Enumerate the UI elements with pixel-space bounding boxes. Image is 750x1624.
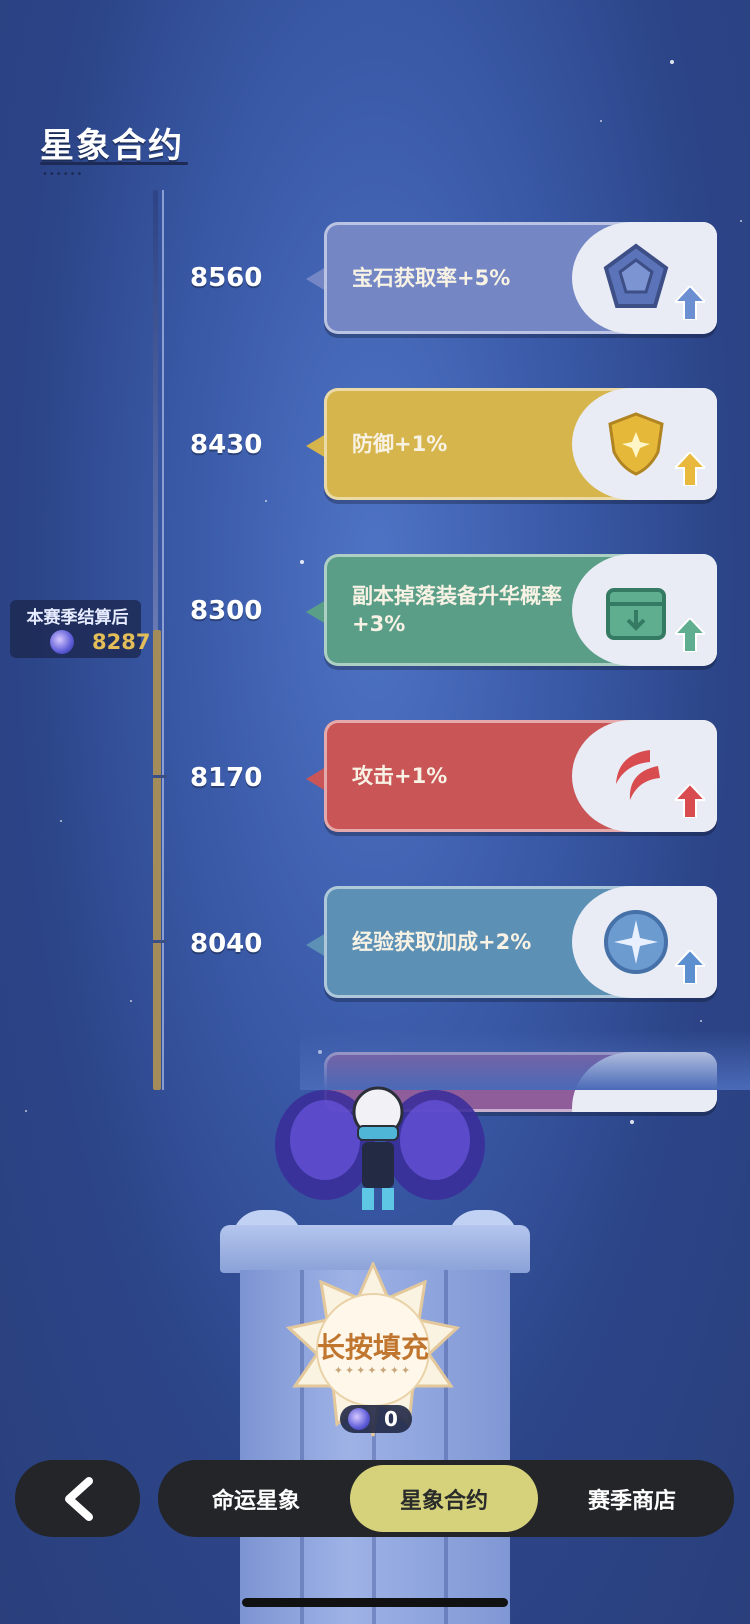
gem-icon (603, 243, 669, 308)
tab-fate-stars[interactable]: 命运星象 (162, 1465, 350, 1532)
reward-text: 攻击+1% (352, 764, 448, 788)
upgrade-arrow-icon (675, 452, 705, 486)
tab-season-shop[interactable]: 赛季商店 (538, 1465, 726, 1532)
card-pointer (306, 600, 326, 624)
card-pointer (306, 434, 326, 458)
fill-button-stars: ✦✦✦✦✦✦✦ (333, 1364, 413, 1377)
upgrade-arrow-icon (675, 784, 705, 818)
reward-card-attack[interactable]: 攻击+1% (324, 720, 717, 832)
upgrade-arrow-icon (675, 286, 705, 320)
bottom-tab-bar: 命运星象 星象合约 赛季商店 (158, 1460, 734, 1537)
reward-text: 副本掉落装备升华概率+3% (352, 584, 562, 636)
reward-text: 经验获取加成+2% (352, 930, 532, 954)
track-tick (153, 775, 167, 778)
reward-icon-panel (572, 554, 717, 666)
resource-count: 0 (384, 1407, 398, 1431)
home-indicator (242, 1598, 508, 1607)
box-icon (606, 588, 666, 640)
reward-threshold: 8300 (190, 596, 263, 626)
reward-threshold: 8430 (190, 430, 263, 460)
season-value: 8287 (92, 630, 151, 654)
attack-swirl-icon (616, 750, 660, 800)
track-tick (153, 940, 167, 943)
tab-star-contract[interactable]: 星象合约 (350, 1465, 538, 1532)
upgrade-arrow-icon (675, 618, 705, 652)
star-orb-icon (50, 630, 74, 654)
star-orb-icon (348, 1408, 370, 1430)
upgrade-arrow-icon (675, 950, 705, 984)
title-underline (40, 162, 188, 165)
chevron-left-icon (64, 1476, 93, 1521)
season-label: 本赛季结算后 (26, 608, 129, 628)
back-button[interactable] (15, 1460, 140, 1537)
reward-card-experience[interactable]: 经验获取加成+2% (324, 886, 717, 998)
reward-threshold: 8170 (190, 763, 263, 793)
card-pointer (306, 267, 326, 291)
track-progress-fill (153, 630, 161, 1090)
page-title: 星象合约 (40, 126, 184, 166)
reward-card-defense[interactable]: 防御+1% (324, 388, 717, 500)
reward-icon-panel (572, 720, 717, 832)
season-settlement-badge: 本赛季结算后 8287 (10, 600, 150, 658)
card-pointer (306, 767, 326, 791)
fill-button-label: 长按填充 (316, 1331, 429, 1364)
reward-card-equipment[interactable]: 副本掉落装备升华概率+3% (324, 554, 717, 666)
reward-text: 宝石获取率+5% (352, 266, 511, 290)
reward-icon-panel (572, 388, 717, 500)
progress-track (150, 190, 168, 1090)
title-dots: •••••• (42, 169, 84, 180)
character-with-wings (275, 1086, 485, 1210)
reward-text: 防御+1% (352, 432, 448, 456)
track-highlight (162, 190, 164, 1090)
reward-icon-panel (572, 222, 717, 334)
reward-icon-panel (572, 886, 717, 998)
reward-card-gem[interactable]: 宝石获取率+5% (324, 222, 717, 334)
reward-threshold: 8560 (190, 263, 263, 293)
card-pointer (306, 933, 326, 957)
shield-icon (608, 412, 664, 476)
resource-count-pill: 0 (340, 1405, 412, 1433)
reward-threshold: 8040 (190, 929, 263, 959)
star-compass-icon (604, 910, 668, 974)
